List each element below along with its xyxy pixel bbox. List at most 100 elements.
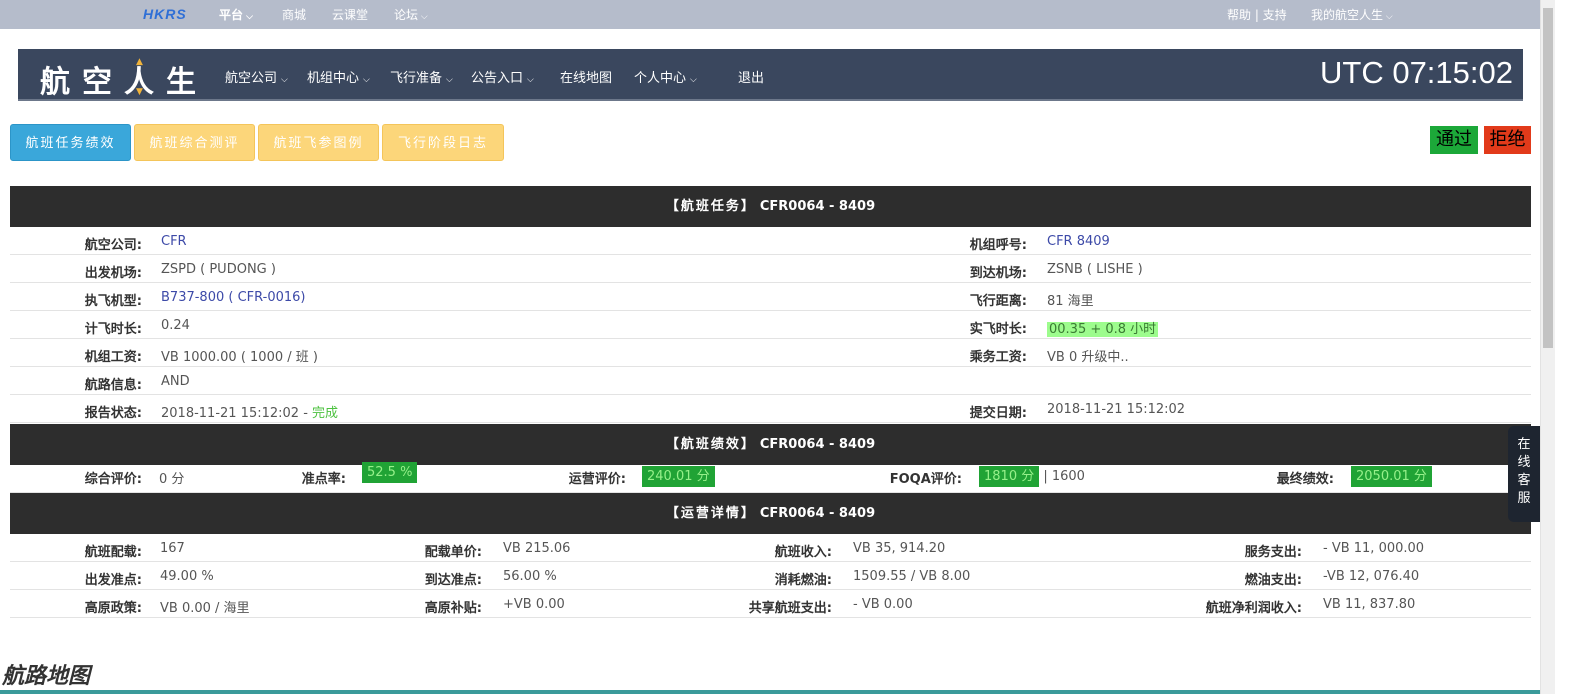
performance-row: 综合评价: 0 分 准点率: 52.5 % 运营评价: 240.01 分 FOQ… bbox=[10, 462, 1531, 493]
field-label: 报告状态: bbox=[84, 406, 142, 421]
help-support-link[interactable]: 帮助 | 支持 bbox=[1227, 6, 1287, 23]
actual-duration-value: 00.35 + 0.8 小时 bbox=[1047, 322, 1159, 337]
table-row: 计飞时长: 0.24 实飞时长: 00.35 + 0.8 小时 bbox=[10, 311, 1531, 339]
cabin-pay-value: VB 0 升级中.. bbox=[1047, 350, 1129, 365]
final-performance-value: 2050.01 分 bbox=[1351, 466, 1432, 487]
load-value: 167 bbox=[160, 541, 185, 556]
table-row: 执飞机型: B737-800 ( CFR-0016) 飞行距离: 81 海里 bbox=[10, 283, 1531, 311]
crew-pay-value: VB 1000.00 ( 1000 / 班 ) bbox=[161, 350, 318, 365]
table-row: 航路信息: AND bbox=[10, 367, 1531, 395]
field-label: 配载单价: bbox=[424, 545, 482, 560]
my-account-link[interactable]: 我的航空人生 ⌵ bbox=[1311, 6, 1393, 23]
field-label: 出发准点: bbox=[84, 573, 142, 588]
nav-airlines[interactable]: 航空公司 ⌵ bbox=[225, 67, 288, 86]
field-label: 最终绩效: bbox=[1276, 472, 1334, 487]
route-map-title: 航路地图 bbox=[2, 664, 91, 689]
table-row: 机组工资: VB 1000.00 ( 1000 / 班 ) 乘务工资: VB 0… bbox=[10, 339, 1531, 367]
utc-clock: UTC 07:15:02 bbox=[1320, 55, 1513, 90]
field-label: 准点率: bbox=[301, 472, 346, 487]
table-row: 报告状态: 2018-11-21 15:12:02 - 完成 提交日期: 201… bbox=[10, 395, 1531, 423]
submit-date-value: 2018-11-21 15:12:02 bbox=[1047, 402, 1186, 417]
nav-flight-prep[interactable]: 飞行准备 ⌵ bbox=[390, 67, 453, 86]
foqa-score-value: 1810 分 bbox=[979, 466, 1040, 487]
unit-price-value: VB 215.06 bbox=[503, 541, 571, 556]
status-complete: 完成 bbox=[312, 406, 339, 421]
fuel-cost-value: -VB 12, 076.40 bbox=[1323, 569, 1420, 584]
arrival-ontime-value: 56.00 % bbox=[503, 569, 557, 584]
pass-button[interactable]: 通过 bbox=[1430, 126, 1478, 154]
field-label: 计飞时长: bbox=[84, 322, 142, 337]
field-label: 航空公司: bbox=[84, 238, 142, 253]
plateau-policy-value: VB 0.00 / 海里 bbox=[160, 601, 250, 616]
nav-logout[interactable]: 退出 bbox=[738, 67, 764, 86]
brand-triangle-icon: ▲ bbox=[136, 57, 155, 67]
table-row: 出发机场: ZSPD ( PUDONG ) 到达机场: ZSNB ( LISHE… bbox=[10, 255, 1531, 283]
ontime-rate-value: 52.5 % bbox=[362, 462, 418, 483]
main-header: 航空人生 ▲ ▼ 航空公司 ⌵ 机组中心 ⌵ 飞行准备 ⌵ 公告入口 ⌵ 在线地图 个人… bbox=[18, 49, 1523, 101]
aircraft-type-value[interactable]: B737-800 ( CFR-0016) bbox=[161, 290, 305, 305]
field-label: 航路信息: bbox=[84, 378, 142, 393]
topbar-link-platform[interactable]: 平台 ⌵ bbox=[219, 6, 253, 23]
table-row: 航班配载: 167 配载单价: VB 215.06 航班收入: VB 35, 9… bbox=[10, 534, 1531, 562]
field-label: 提交日期: bbox=[969, 406, 1027, 421]
bottom-divider bbox=[0, 690, 1540, 694]
vertical-scrollbar[interactable] bbox=[1540, 0, 1555, 694]
operations-detail-header: 【运营详情】 CFR0064 - 8409 bbox=[10, 493, 1531, 534]
table-row: 出发准点: 49.00 % 到达准点: 56.00 % 消耗燃油: 1509.5… bbox=[10, 562, 1531, 590]
field-label: 航班净利润收入: bbox=[1205, 601, 1302, 616]
field-label: 服务支出: bbox=[1244, 545, 1302, 560]
field-label: 运营评价: bbox=[568, 472, 626, 487]
field-label: 燃油支出: bbox=[1244, 573, 1302, 588]
field-label: 到达准点: bbox=[424, 573, 482, 588]
hkrs-logo[interactable]: HKRS bbox=[143, 6, 187, 22]
topbar-link-forum[interactable]: 论坛 ⌵ bbox=[394, 6, 428, 23]
field-label: 机组工资: bbox=[84, 350, 142, 365]
tab-flight-parameters[interactable]: 航班飞参图例 bbox=[258, 124, 379, 161]
field-label: 高原政策: bbox=[84, 601, 142, 616]
table-row: 高原政策: VB 0.00 / 海里 高原补贴: +VB 0.00 共享航班支出… bbox=[10, 590, 1531, 618]
scrollbar-thumb[interactable] bbox=[1543, 8, 1553, 348]
fuel-consumed-value: 1509.55 / VB 8.00 bbox=[853, 569, 971, 584]
planned-duration-value: 0.24 bbox=[161, 318, 190, 333]
field-label: 实飞时长: bbox=[969, 322, 1027, 337]
plateau-subsidy-value: +VB 0.00 bbox=[503, 597, 565, 612]
flight-performance-header: 【航班绩效】 CFR0064 - 8409 bbox=[10, 424, 1531, 465]
nav-online-map[interactable]: 在线地图 bbox=[560, 67, 612, 86]
tab-flight-phase-log[interactable]: 飞行阶段日志 bbox=[382, 124, 504, 161]
foqa-baseline-value: | 1600 bbox=[1043, 469, 1085, 484]
nav-announcements[interactable]: 公告入口 ⌵ bbox=[471, 67, 534, 86]
flight-task-header: 【航班任务】 CFR0064 - 8409 bbox=[10, 186, 1531, 227]
field-label: 共享航班支出: bbox=[748, 601, 832, 616]
operation-score-value: 240.01 分 bbox=[642, 466, 715, 487]
tab-comprehensive-review[interactable]: 航班综合测评 bbox=[134, 124, 255, 161]
arrival-airport-value: ZSNB ( LISHE ) bbox=[1047, 262, 1143, 277]
field-label: FOQA评价: bbox=[889, 472, 962, 487]
top-bar: HKRS 平台 ⌵ 商城 云课堂 论坛 ⌵ 帮助 | 支持 我的航空人生 ⌵ bbox=[0, 0, 1540, 29]
chevron-down-icon: ⌵ bbox=[446, 75, 453, 85]
field-label: 高原补贴: bbox=[424, 601, 482, 616]
field-label: 航班配载: bbox=[84, 545, 142, 560]
brand-triangle-icon: ▼ bbox=[136, 87, 155, 97]
airline-value[interactable]: CFR bbox=[161, 234, 187, 249]
field-label: 机组呼号: bbox=[969, 238, 1027, 253]
topbar-link-shop[interactable]: 商城 bbox=[282, 6, 306, 23]
field-label: 出发机场: bbox=[84, 266, 142, 281]
service-cost-value: - VB 11, 000.00 bbox=[1323, 541, 1425, 556]
brand-logo[interactable]: 航空人生 ▲ ▼ bbox=[40, 57, 208, 101]
nav-crew-center[interactable]: 机组中心 ⌵ bbox=[307, 67, 370, 86]
tab-flight-performance[interactable]: 航班任务绩效 bbox=[10, 124, 131, 161]
callsign-value[interactable]: CFR 8409 bbox=[1047, 234, 1110, 249]
codeshare-cost-value: - VB 0.00 bbox=[853, 597, 913, 612]
flight-revenue-value: VB 35, 914.20 bbox=[853, 541, 946, 556]
field-label: 到达机场: bbox=[969, 266, 1027, 281]
table-row: 航空公司: CFR 机组呼号: CFR 8409 bbox=[10, 227, 1531, 255]
reject-button[interactable]: 拒绝 bbox=[1484, 126, 1531, 154]
route-value: AND bbox=[161, 374, 190, 389]
nav-personal-center[interactable]: 个人中心 ⌵ bbox=[634, 67, 697, 86]
field-label: 执飞机型: bbox=[84, 294, 142, 309]
chevron-down-icon: ⌵ bbox=[363, 75, 370, 85]
topbar-link-classroom[interactable]: 云课堂 bbox=[332, 6, 368, 23]
distance-value: 81 海里 bbox=[1047, 294, 1094, 309]
page-edge bbox=[1555, 0, 1575, 694]
online-support-button[interactable]: 在 线 客 服 bbox=[1508, 426, 1540, 522]
